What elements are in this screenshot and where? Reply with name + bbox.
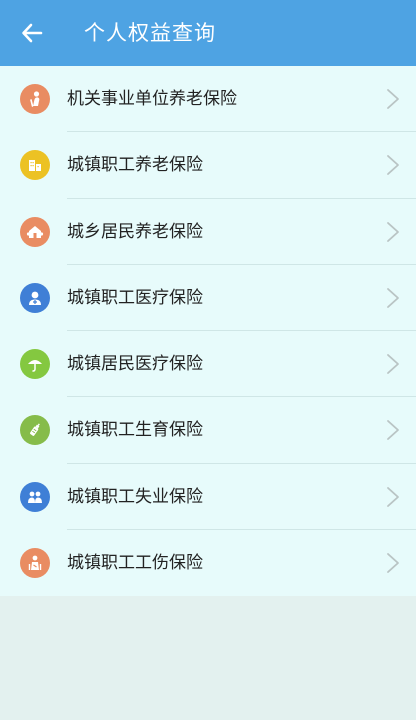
- menu-item-label: 城镇职工工伤保险: [67, 552, 203, 573]
- menu-item-label: 城镇职工医疗保险: [67, 287, 203, 308]
- doctor-icon: [20, 282, 50, 313]
- menu-item-label: 城乡居民养老保险: [67, 221, 203, 242]
- menu-item-urban-employee-medical[interactable]: 城镇职工医疗保险: [0, 265, 416, 331]
- menu-item-label: 机关事业单位养老保险: [67, 89, 237, 109]
- chevron-right-icon: [387, 221, 399, 242]
- umbrella-icon: [20, 349, 50, 379]
- insurance-menu-list: 机关事业单位养老保险 城镇职工养老保险 城乡居民养老保险 城镇职工医疗保险 城镇…: [0, 66, 416, 596]
- menu-item-urban-rural-pension[interactable]: 城乡居民养老保险: [0, 199, 416, 265]
- chevron-right-icon: [387, 287, 399, 308]
- chevron-right-icon: [387, 354, 399, 374]
- menu-item-urban-employee-injury[interactable]: 城镇职工工伤保险: [0, 530, 416, 596]
- page-title: 个人权益查询: [84, 21, 216, 45]
- back-button[interactable]: [14, 15, 50, 51]
- app-header: 个人权益查询: [0, 0, 416, 66]
- menu-item-label: 城镇职工失业保险: [67, 486, 203, 507]
- menu-item-institution-pension[interactable]: 机关事业单位养老保险: [0, 66, 416, 133]
- elderly-person-icon: [20, 84, 50, 114]
- house-trees-icon: [20, 216, 50, 247]
- chevron-right-icon: [387, 486, 399, 507]
- injured-worker-icon: [20, 547, 50, 578]
- people-icon: [20, 481, 50, 512]
- arrow-left-icon: [22, 23, 43, 43]
- menu-item-urban-employee-maternity[interactable]: 城镇职工生育保险: [0, 397, 416, 464]
- menu-item-label: 城镇职工养老保险: [67, 155, 203, 176]
- chevron-right-icon: [387, 420, 399, 441]
- menu-item-urban-employee-pension[interactable]: 城镇职工养老保险: [0, 132, 416, 199]
- baby-bottle-icon: [20, 415, 50, 446]
- menu-item-urban-employee-unemployment[interactable]: 城镇职工失业保险: [0, 464, 416, 530]
- menu-item-urban-resident-medical[interactable]: 城镇居民医疗保险: [0, 331, 416, 398]
- chevron-right-icon: [387, 552, 399, 573]
- chevron-right-icon: [387, 89, 399, 109]
- chevron-right-icon: [387, 155, 399, 176]
- menu-item-label: 城镇居民医疗保险: [67, 354, 203, 374]
- city-buildings-icon: [20, 150, 50, 181]
- menu-item-label: 城镇职工生育保险: [67, 420, 203, 441]
